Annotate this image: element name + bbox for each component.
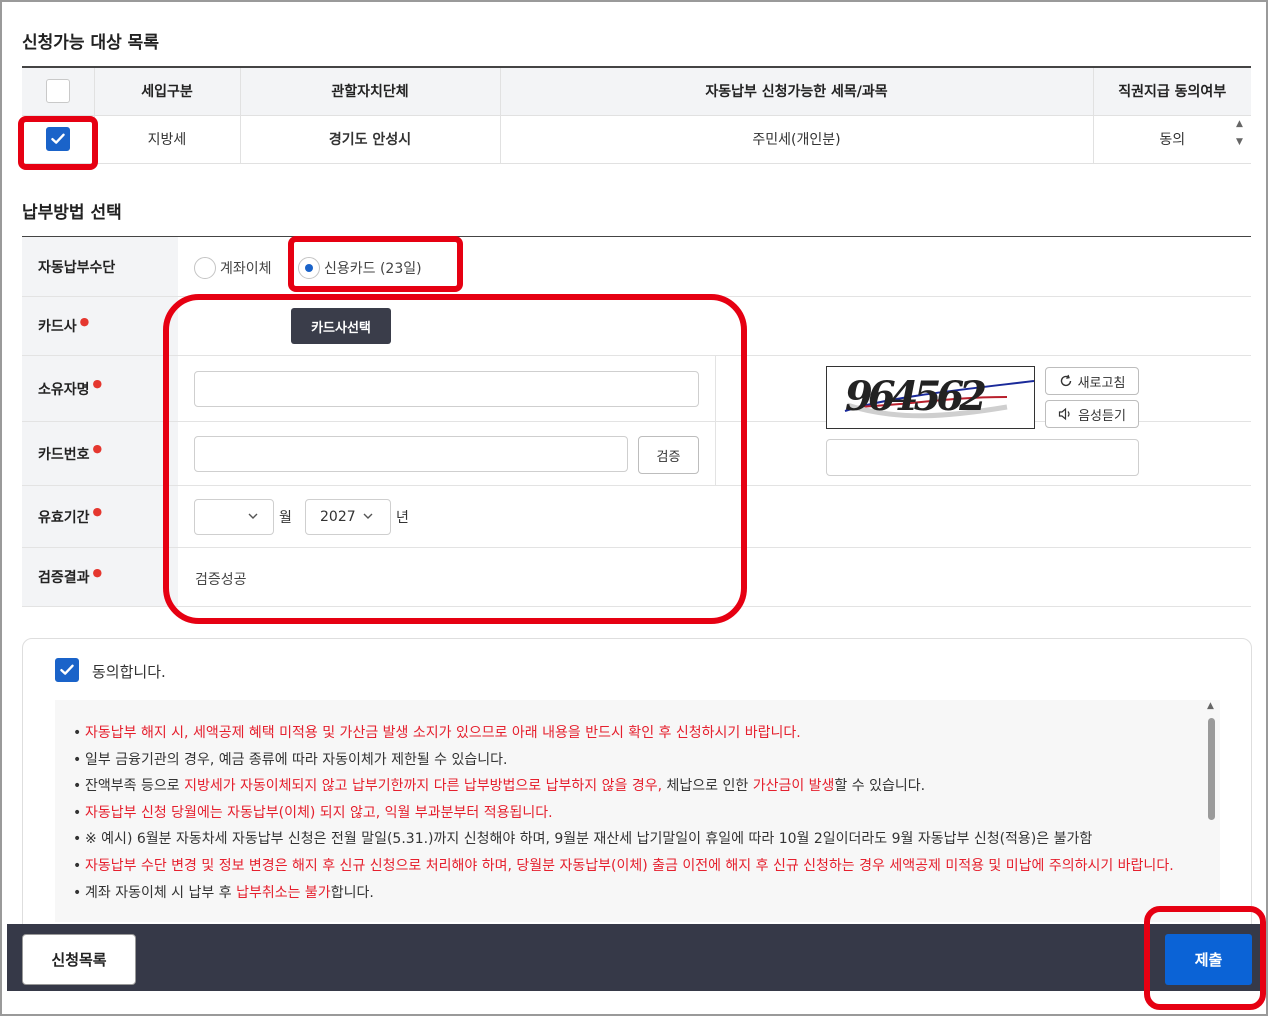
notice-text: 자동납부 수단 변경 및 정보 변경은 해지 후 신규 신청으로 처리해야 하며… [85,857,1174,874]
select-all-checkbox[interactable] [45,79,70,104]
card-company-select-button[interactable]: 카드사선택 [291,308,391,344]
chevron-down-icon [363,513,373,519]
notice-item: 일부 금융기관의 경우, 예금 종류에 따라 자동이체가 제한될 수 있습니다. [73,747,1220,774]
owner-name-input[interactable] [194,371,699,407]
card-number-input[interactable] [194,436,628,472]
row-checkbox[interactable] [45,127,70,151]
notice-text: 잔액부족 등으로 [85,778,185,795]
cell-item: 주민세(개인분) [500,115,1094,164]
scroll-up-icon[interactable]: ▲ [1207,701,1214,711]
year-unit: 년 [396,510,409,526]
method-card-option[interactable]: 신용카드 (23일) [298,257,422,279]
notice-item: 잔액부족 등으로 지방세가 자동이체되지 않고 납부기한까지 다른 납부방법으로… [73,773,1220,800]
cell-tax-type: 지방세 [94,115,241,164]
method-row: 자동납부수단 계좌이체 신용카드 (23일) [22,237,1251,297]
table-scrollbar[interactable]: ▲ ▼ [1236,118,1248,148]
account-radio[interactable] [194,257,216,279]
col-header-authority: 관할자치단체 [240,67,501,116]
cell-authority: 경기도 안성시 [240,115,501,164]
expiry-month-select[interactable] [194,499,274,535]
payment-section-title: 납부방법 선택 [22,203,122,223]
check-icon [51,133,65,144]
select-all-cell [22,67,95,116]
captcha-code: 964562 [845,373,987,420]
chevron-down-icon [248,513,258,519]
submit-button[interactable]: 제출 [1165,934,1252,985]
card-company-label: 카드사 ● [22,297,178,355]
application-list-button[interactable]: 신청목록 [22,934,136,985]
month-unit: 월 [279,510,292,526]
notice-item: 자동납부 신청 당월에는 자동납부(이체) 되지 않고, 익월 부과분부터 적용… [73,800,1220,827]
verify-button[interactable]: 검증 [638,436,699,474]
expiry-label: 유효기간 ● [22,486,178,547]
card-company-row: 카드사 ● [22,297,1251,356]
notice-text: 할 수 있습니다. [834,778,926,795]
col-header-consent: 직권지급 동의여부 [1093,67,1251,116]
scroll-up-icon[interactable]: ▲ [1236,118,1248,130]
card-number-label: 카드번호 ● [22,422,178,485]
notice-text: 가산금이 발생 [752,778,835,795]
notice-list: 자동납부 해지 시, 세액공제 혜택 미적용 및 가산금 발생 소지가 있으므로… [55,700,1220,906]
agree-label: 동의합니다. [92,663,166,681]
notice-box: 자동납부 해지 시, 세액공제 혜택 미적용 및 가산금 발생 소지가 있으므로… [55,700,1220,922]
notice-item: 자동납부 해지 시, 세액공제 혜택 미적용 및 가산금 발생 소지가 있으므로… [73,720,1220,747]
notice-text: 계좌 자동이체 시 납부 후 [85,884,237,901]
notice-text: 체납으로 인한 [662,778,753,795]
notice-text: 일부 금융기관의 경우, 예금 종류에 따라 자동이체가 제한될 수 있습니다. [85,751,508,768]
form-divider [715,356,716,486]
bottom-action-bar [7,924,1261,991]
col-header-item: 자동납부 신청가능한 세목/과목 [500,67,1094,116]
card-radio[interactable] [298,257,320,279]
notice-scrollbar[interactable]: ▲ [1206,700,1218,922]
row-select-cell [22,115,95,164]
method-account-option[interactable]: 계좌이체 [194,257,272,279]
method-label: 자동납부수단 [22,237,178,296]
speaker-icon [1058,407,1070,421]
col-header-tax-type: 세입구분 [94,67,241,116]
check-icon [60,664,74,675]
target-table: 세입구분 관할자치단체 자동납부 신청가능한 세목/과목 직권지급 동의여부 지… [22,66,1251,164]
owner-label: 소유자명 ● [22,356,178,421]
notice-item: 자동납부 수단 변경 및 정보 변경은 해지 후 신규 신청으로 처리해야 하며… [73,853,1220,880]
notice-text: ※ 예시) 6월분 자동차세 자동납부 신청은 전월 말일(5.31.)까지 신… [85,831,1093,848]
captcha-audio-button[interactable]: 음성듣기 [1045,400,1139,428]
notice-text: 지방세가 자동이체되지 않고 납부기한까지 다른 납부방법으로 납부하지 않을 … [184,778,663,795]
notice-text: 납부취소는 불가 [236,884,331,901]
captcha-input[interactable] [826,439,1139,476]
result-label: 검증결과 ● [22,548,178,606]
captcha-image: 964562 [826,366,1035,429]
verify-result-text: 검증성공 [195,572,247,588]
notice-text: 자동납부 해지 시, 세액공제 혜택 미적용 및 가산금 발생 소지가 있으므로… [85,725,801,741]
refresh-icon [1060,374,1071,387]
agree-checkbox[interactable] [55,658,79,682]
table-header-row: 세입구분 관할자치단체 자동납부 신청가능한 세목/과목 직권지급 동의여부 [22,67,1251,116]
table-row[interactable]: 지방세 경기도 안성시 주민세(개인분) 동의 [22,115,1251,164]
notice-text: 합니다. [330,884,374,901]
scroll-thumb[interactable] [1208,718,1215,820]
target-section-title: 신청가능 대상 목록 [22,33,159,53]
captcha-refresh-button[interactable]: 새로고침 [1045,367,1139,395]
scroll-down-icon[interactable]: ▼ [1236,136,1248,148]
notice-item: ※ 예시) 6월분 자동차세 자동납부 신청은 전월 말일(5.31.)까지 신… [73,826,1220,853]
notice-text: 자동납부 신청 당월에는 자동납부(이체) 되지 않고, 익월 부과분부터 적용… [85,804,553,821]
expiry-year-select[interactable]: 2027 [305,499,391,535]
notice-item: 계좌 자동이체 시 납부 후 납부취소는 불가합니다. [73,880,1220,907]
cell-consent: 동의 [1093,115,1251,164]
